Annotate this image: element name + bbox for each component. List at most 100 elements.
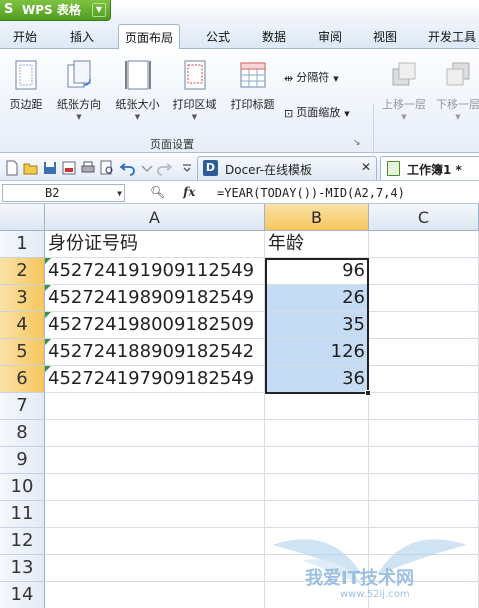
- cell-empty[interactable]: [369, 366, 479, 393]
- customize-toolbar-icon[interactable]: [179, 160, 195, 176]
- name-box[interactable]: B2 ▼: [2, 184, 125, 202]
- cell-id-number[interactable]: [45, 420, 265, 447]
- cell-id-number[interactable]: [45, 528, 265, 555]
- print-titles-button[interactable]: 打印标题: [225, 49, 280, 139]
- redo-icon[interactable]: [156, 160, 172, 176]
- cell-empty[interactable]: [369, 420, 479, 447]
- chevron-down-icon[interactable]: ▼: [117, 186, 122, 202]
- row-header[interactable]: 7: [0, 393, 45, 420]
- row-header[interactable]: 13: [0, 555, 45, 582]
- tab-view[interactable]: 视图: [373, 28, 397, 45]
- tab-insert[interactable]: 插入: [70, 28, 94, 45]
- page-orientation-icon: [67, 60, 91, 88]
- export-pdf-icon[interactable]: [61, 160, 77, 176]
- row-header[interactable]: 1: [0, 231, 45, 258]
- tab-page-layout[interactable]: 页面布局: [118, 24, 181, 50]
- bring-forward-button[interactable]: 上移一层 ▼: [378, 49, 430, 139]
- row-header[interactable]: 9: [0, 447, 45, 474]
- tab-review[interactable]: 审阅: [318, 28, 342, 45]
- cell-age[interactable]: [265, 393, 369, 420]
- cell-age[interactable]: [265, 447, 369, 474]
- error-indicator-icon: [45, 312, 51, 318]
- margins-button[interactable]: 页边距: [2, 49, 50, 139]
- column-header-b[interactable]: B: [265, 204, 369, 231]
- doc-tab-workbook[interactable]: 工作簿1 *: [380, 156, 479, 180]
- row-header[interactable]: 3: [0, 285, 45, 312]
- tab-formulas[interactable]: 公式: [206, 28, 230, 45]
- cell-id-number[interactable]: [45, 393, 265, 420]
- cell-id-number[interactable]: 452724198009182509: [45, 312, 265, 339]
- ribbon: 页边距 纸张方向 ▼ 纸张大小 ▼ 打印区域 ▼ 打印标题 ⇹ 分隔符 ▼ ⊡ 页面缩…: [0, 49, 479, 194]
- zoom-icon[interactable]: 🔍︎: [150, 185, 165, 199]
- cell-b1-header[interactable]: 年龄: [265, 231, 369, 258]
- row-header[interactable]: 11: [0, 501, 45, 528]
- dialog-launcher-icon[interactable]: ↘: [353, 138, 361, 148]
- print-icon[interactable]: [80, 160, 96, 176]
- cell-id-number[interactable]: 452724198909182549: [45, 285, 265, 312]
- cell-age[interactable]: 26: [265, 285, 369, 312]
- save-icon[interactable]: [42, 160, 58, 176]
- cell-age[interactable]: [265, 501, 369, 528]
- new-icon[interactable]: [4, 160, 20, 176]
- cell-empty[interactable]: [369, 312, 479, 339]
- cell-id-number[interactable]: [45, 474, 265, 501]
- cell-age[interactable]: 126: [265, 339, 369, 366]
- chevron-down-icon: ▼: [344, 110, 350, 118]
- cell-id-number[interactable]: [45, 447, 265, 474]
- select-all-corner[interactable]: [0, 204, 45, 231]
- cell-empty[interactable]: [369, 285, 479, 312]
- cell-id-number[interactable]: 452724191909112549: [45, 258, 265, 285]
- row-header[interactable]: 12: [0, 528, 45, 555]
- cell-empty[interactable]: [369, 501, 479, 528]
- watermark-url: www.52ij.com: [340, 589, 410, 600]
- cell-age[interactable]: [265, 420, 369, 447]
- paper-size-button[interactable]: 纸张大小 ▼: [110, 49, 165, 139]
- doc-tab-docer[interactable]: D Docer-在线模板 ✕: [197, 156, 377, 180]
- breaks-button[interactable]: ⇹ 分隔符 ▼: [284, 69, 339, 85]
- cell-empty[interactable]: [369, 339, 479, 366]
- cell-empty[interactable]: [369, 474, 479, 501]
- undo-icon[interactable]: [120, 160, 136, 176]
- send-backward-button[interactable]: 下移一层 ▼: [432, 49, 479, 139]
- print-titles-icon: [240, 62, 265, 88]
- chevron-down-icon[interactable]: ▼: [92, 3, 106, 17]
- wps-logo-icon: S: [4, 2, 14, 17]
- column-header-a[interactable]: A: [45, 204, 265, 231]
- print-preview-icon[interactable]: [99, 160, 115, 176]
- tab-start[interactable]: 开始: [13, 28, 37, 45]
- cell-age[interactable]: 36: [265, 366, 369, 393]
- page-zoom-button[interactable]: ⊡ 页面缩放 ▼: [284, 104, 350, 120]
- row-header[interactable]: 8: [0, 420, 45, 447]
- row-header[interactable]: 2: [0, 258, 45, 285]
- fill-handle[interactable]: [365, 390, 371, 396]
- cell-empty[interactable]: [369, 447, 479, 474]
- cell-id-number[interactable]: [45, 501, 265, 528]
- chevron-down-icon[interactable]: [139, 160, 155, 176]
- row-header[interactable]: 6: [0, 366, 45, 393]
- row-header[interactable]: 4: [0, 312, 45, 339]
- cell-age[interactable]: 96: [265, 258, 369, 285]
- cell-id-number[interactable]: 452724197909182549: [45, 366, 265, 393]
- cell-id-number[interactable]: [45, 582, 265, 608]
- cell-empty[interactable]: [369, 393, 479, 420]
- row-header[interactable]: 5: [0, 339, 45, 366]
- row-header[interactable]: 14: [0, 582, 45, 608]
- cell-id-number[interactable]: 452724188909182542: [45, 339, 265, 366]
- formula-input[interactable]: =YEAR(TODAY())-MID(A2,7,4): [217, 184, 405, 202]
- tab-data[interactable]: 数据: [262, 28, 286, 45]
- orientation-button[interactable]: 纸张方向 ▼: [50, 49, 108, 139]
- column-header-c[interactable]: C: [369, 204, 479, 231]
- cell-a1-header[interactable]: 身份证号码: [45, 231, 265, 258]
- cell-age[interactable]: 35: [265, 312, 369, 339]
- tab-developer[interactable]: 开发工具: [428, 28, 476, 45]
- print-area-button[interactable]: 打印区域 ▼: [167, 49, 222, 139]
- cell-empty[interactable]: [369, 231, 479, 258]
- cell-age[interactable]: [265, 474, 369, 501]
- close-icon[interactable]: ✕: [361, 160, 371, 174]
- row-header[interactable]: 10: [0, 474, 45, 501]
- open-icon[interactable]: [23, 160, 39, 176]
- wps-menu-button[interactable]: S WPS 表格 ▼: [0, 0, 111, 21]
- cell-empty[interactable]: [369, 258, 479, 285]
- fx-icon[interactable]: fx: [183, 185, 195, 199]
- cell-id-number[interactable]: [45, 555, 265, 582]
